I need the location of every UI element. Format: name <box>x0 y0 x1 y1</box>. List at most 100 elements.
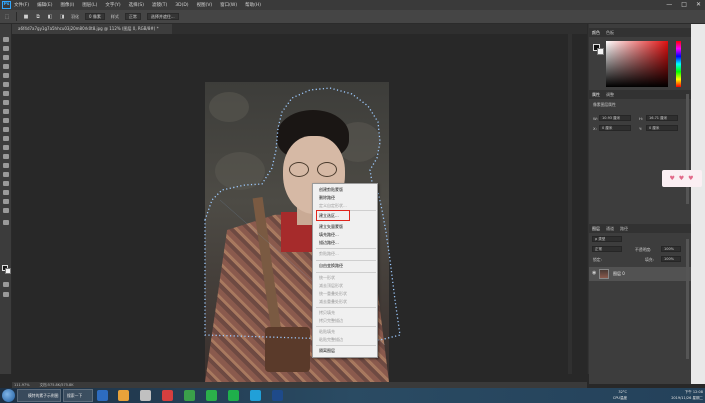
folder-icon[interactable] <box>118 390 129 401</box>
app-icon[interactable] <box>162 390 173 401</box>
chrome-icon[interactable] <box>184 390 195 401</box>
more-tools-icon[interactable] <box>3 220 9 225</box>
lasso-tool-icon[interactable] <box>3 55 9 60</box>
menu-layer[interactable]: 图层(L) <box>82 2 97 8</box>
qq-icon[interactable] <box>250 390 261 401</box>
eraser-tool-icon[interactable] <box>3 127 9 132</box>
app-icon[interactable] <box>140 390 151 401</box>
tab-swatches[interactable]: 色板 <box>606 30 614 36</box>
menu-item-exclude-overlap[interactable]: 减去重叠处形状 <box>319 299 347 305</box>
select-and-mask-button[interactable]: 选择并遮住... <box>146 13 179 20</box>
tab-channels[interactable]: 通道 <box>606 226 614 232</box>
brush-tool-icon[interactable] <box>3 100 9 105</box>
menu-item-isolate-layers[interactable]: 隔离图层 <box>319 348 335 354</box>
panel-background-swatch[interactable] <box>597 48 604 55</box>
history-brush-tool-icon[interactable] <box>3 118 9 123</box>
quick-select-tool-icon[interactable] <box>3 64 9 69</box>
menu-item-intersect-shapes[interactable]: 统一重叠处形状 <box>319 291 347 297</box>
blur-tool-icon[interactable] <box>3 145 9 150</box>
wechat-icon[interactable] <box>228 390 239 401</box>
zoom-tool-icon[interactable] <box>3 208 9 213</box>
menu-item-define-custom-shape[interactable]: 定义自定形状... <box>319 203 347 209</box>
opacity-input[interactable]: 100% <box>661 246 681 252</box>
healing-brush-tool-icon[interactable] <box>3 91 9 96</box>
start-button[interactable] <box>2 389 15 402</box>
layer-row[interactable]: ◉ 图层 0 <box>589 267 691 281</box>
tab-properties[interactable]: 属性 <box>592 92 600 98</box>
hand-tool-icon[interactable] <box>3 199 9 204</box>
type-tool-icon[interactable] <box>3 172 9 177</box>
pen-tool-icon[interactable] <box>3 163 9 168</box>
subtract-selection-icon[interactable]: ◧ <box>47 14 53 20</box>
eyedropper-tool-icon[interactable] <box>3 82 9 87</box>
move-tool-icon[interactable] <box>3 37 9 42</box>
tab-layers[interactable]: 图层 <box>592 226 600 232</box>
properties-scrollbar[interactable] <box>686 94 689 204</box>
feather-input[interactable]: 0 像素 <box>85 13 105 20</box>
taskbar-browser-window[interactable]: 模特的素子示例图 <box>17 389 61 402</box>
height-input[interactable]: 16.71 厘米 <box>646 115 678 121</box>
layer-name[interactable]: 图层 0 <box>613 271 625 277</box>
layer-kind-filter[interactable]: ρ 类型 <box>592 236 622 242</box>
menu-item-delete-path[interactable]: 删除路径 <box>319 195 335 201</box>
crop-tool-icon[interactable] <box>3 73 9 78</box>
maximize-button[interactable]: □ <box>681 1 687 8</box>
close-button[interactable]: ✕ <box>696 1 701 8</box>
path-select-tool-icon[interactable] <box>3 181 9 186</box>
menu-3d[interactable]: 3D(D) <box>175 3 188 8</box>
background-color-swatch[interactable] <box>5 268 11 274</box>
hue-slider[interactable] <box>676 41 681 87</box>
menu-file[interactable]: 文件(F) <box>14 2 29 8</box>
x-input[interactable]: 0 厘米 <box>599 125 631 131</box>
menu-item-free-transform-path[interactable]: 自由变换路径 <box>319 263 343 269</box>
menu-item-stroke-path[interactable]: 描边路径... <box>319 240 339 246</box>
gradient-tool-icon[interactable] <box>3 136 9 141</box>
blend-mode-select[interactable]: 正常 <box>592 246 622 252</box>
menu-filter[interactable]: 滤镜(T) <box>152 2 167 8</box>
menu-item-unite-shapes[interactable]: 统一形状 <box>319 275 335 281</box>
minimize-button[interactable]: — <box>666 1 672 8</box>
canvas-scrollbar[interactable] <box>568 34 572 374</box>
menu-item-paste-fill[interactable]: 粘贴填充 <box>319 329 335 335</box>
menu-item-subtract-front-shape[interactable]: 减去顶层形状 <box>319 283 343 289</box>
tray-clock[interactable]: 下午 12:08 2019/11/26 星期二 <box>671 389 703 401</box>
menu-edit[interactable]: 编辑(E) <box>37 2 52 8</box>
taskbar-search-window[interactable]: 搜索一下 <box>63 389 93 402</box>
tab-paths[interactable]: 路径 <box>620 226 628 232</box>
menu-help[interactable]: 帮助(H) <box>245 2 261 8</box>
dodge-tool-icon[interactable] <box>3 154 9 159</box>
document-tab[interactable]: a6f4d7a7gy1g7a5hhcu03j20m80rk0t8.jpg @ 1… <box>12 24 172 34</box>
fill-input[interactable]: 100% <box>661 256 681 262</box>
menu-view[interactable]: 视图(V) <box>197 2 213 8</box>
menu-image[interactable]: 图像(I) <box>60 2 74 8</box>
width-input[interactable]: 10.93 厘米 <box>599 115 631 121</box>
menu-item-paste-stroke[interactable]: 粘贴完整描边 <box>319 337 343 343</box>
menu-window[interactable]: 窗口(W) <box>220 2 237 8</box>
style-select[interactable]: 正常 <box>124 13 141 20</box>
marquee-tool-icon[interactable] <box>3 46 9 51</box>
screen-mode-icon[interactable] <box>3 292 9 297</box>
rectangle-tool-icon[interactable] <box>3 190 9 195</box>
menu-item-create-clipping-mask[interactable]: 创建剪贴蒙版 <box>319 187 343 193</box>
tab-adjustments[interactable]: 调整 <box>606 92 614 98</box>
color-picker-field[interactable] <box>606 41 668 87</box>
menu-item-make-vector-mask[interactable]: 建立矢量蒙版 <box>319 224 343 230</box>
menu-item-copy-stroke[interactable]: 拷贝完整描边 <box>319 318 343 324</box>
eye-icon[interactable]: ◉ <box>592 271 597 276</box>
photoshop-taskbar-icon[interactable] <box>272 390 283 401</box>
menu-select[interactable]: 选择(S) <box>129 2 144 8</box>
menu-type[interactable]: 文字(Y) <box>105 2 120 8</box>
ie-icon[interactable] <box>97 390 108 401</box>
tray-weather[interactable]: 32°C CPU温度 <box>613 389 627 401</box>
app-icon[interactable] <box>206 390 217 401</box>
menu-item-clipping-path[interactable]: 剪贴路径... <box>319 251 339 257</box>
new-selection-icon[interactable]: ■ <box>23 14 29 20</box>
menu-item-copy-fill[interactable]: 拷贝填充 <box>319 310 335 316</box>
menu-item-fill-path[interactable]: 填充路径... <box>319 232 339 238</box>
add-selection-icon[interactable]: ⧉ <box>35 14 41 20</box>
marquee-tool-icon[interactable]: ⬚ <box>4 14 10 20</box>
quick-mask-icon[interactable] <box>3 282 9 287</box>
clone-stamp-tool-icon[interactable] <box>3 109 9 114</box>
intersect-selection-icon[interactable]: ◨ <box>59 14 65 20</box>
y-input[interactable]: 0 厘米 <box>646 125 678 131</box>
